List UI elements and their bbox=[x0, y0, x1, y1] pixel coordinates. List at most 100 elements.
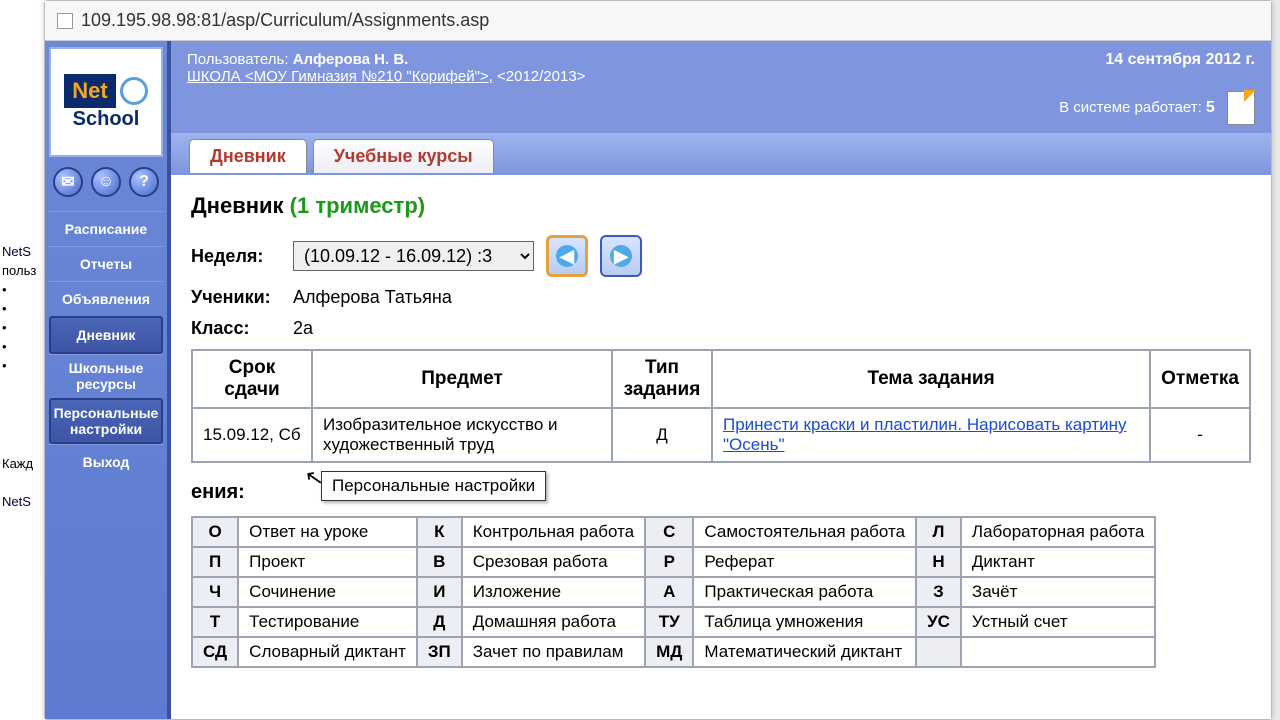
col-mark: Отметка bbox=[1150, 350, 1250, 408]
cell-subject: Изобразительное искусство и художественн… bbox=[312, 408, 612, 462]
legend-text: Устный счет bbox=[961, 607, 1155, 637]
legend-text: Математический диктант bbox=[693, 637, 916, 667]
bg-bullet bbox=[2, 320, 46, 335]
assignment-link[interactable]: Принести краски и пластилин. Нарисовать … bbox=[723, 415, 1126, 454]
legend-text: Лабораторная работа bbox=[961, 517, 1155, 547]
legend-code: О bbox=[192, 517, 238, 547]
app-logo: Net School bbox=[49, 47, 163, 157]
page-title: Дневник (1 триместр) bbox=[191, 193, 1251, 219]
user-name: Алферова Н. В. bbox=[293, 51, 409, 68]
nav-announcements[interactable]: Объявления bbox=[49, 281, 163, 316]
nav-exit[interactable]: Выход bbox=[49, 444, 163, 479]
document-icon[interactable] bbox=[1227, 91, 1255, 125]
legend-text: Проект bbox=[238, 547, 417, 577]
nav-diary[interactable]: Дневник bbox=[49, 316, 163, 354]
legend-text: Словарный диктант bbox=[238, 637, 417, 667]
arrow-left-icon: ◀ bbox=[556, 245, 578, 267]
legend-code: Д bbox=[417, 607, 462, 637]
next-week-button[interactable]: ▶ bbox=[600, 235, 642, 277]
sidebar: Net School ✉ ☺ ? Расписание Отчеты Объяв… bbox=[45, 41, 171, 719]
students-value: Алферова Татьяна bbox=[293, 287, 452, 308]
logo-net: Net bbox=[64, 74, 115, 108]
legend-code: Р bbox=[645, 547, 693, 577]
nav-reports[interactable]: Отчеты bbox=[49, 246, 163, 281]
online-count: 5 bbox=[1206, 99, 1215, 116]
table-row: 15.09.12, Сб Изобразительное искусство и… bbox=[192, 408, 1250, 462]
bg-text: NetS bbox=[2, 244, 46, 259]
nav-resources[interactable]: Школьные ресурсы bbox=[49, 354, 163, 397]
mail-icon[interactable]: ✉ bbox=[53, 167, 83, 197]
cell-due: 15.09.12, Сб bbox=[192, 408, 312, 462]
legend-text: Ответ на уроке bbox=[238, 517, 417, 547]
legend-text: Таблица умножения bbox=[693, 607, 916, 637]
legend-row: ООтвет на урокеККонтрольная работаССамос… bbox=[192, 517, 1155, 547]
legend-code: И bbox=[417, 577, 462, 607]
arrow-right-icon: ▶ bbox=[610, 245, 632, 267]
cell-mark: - bbox=[1150, 408, 1250, 462]
legend-code: ТУ bbox=[645, 607, 693, 637]
legend-code: З bbox=[916, 577, 961, 607]
trimester-label: (1 триместр) bbox=[290, 193, 425, 218]
legend-text: Изложение bbox=[462, 577, 645, 607]
legend-text: Домашняя работа bbox=[462, 607, 645, 637]
prev-week-button[interactable]: ◀ bbox=[546, 235, 588, 277]
header-band: Пользователь: Алферова Н. В. ШКОЛА <МОУ … bbox=[171, 41, 1271, 133]
legend-code: К bbox=[417, 517, 462, 547]
legend-text: Диктант bbox=[961, 547, 1155, 577]
bg-text: Кажд bbox=[2, 456, 46, 471]
col-subject: Предмет bbox=[312, 350, 612, 408]
legend-row: СДСловарный диктантЗПЗачет по правиламМД… bbox=[192, 637, 1155, 667]
legend-text bbox=[961, 637, 1155, 667]
table-header-row: Срок сдачи Предмет Тип задания Тема зада… bbox=[192, 350, 1250, 408]
nav-schedule[interactable]: Расписание bbox=[49, 211, 163, 246]
users-icon[interactable]: ☺ bbox=[91, 167, 121, 197]
legend-code: В bbox=[417, 547, 462, 577]
bg-text: польз bbox=[2, 263, 46, 278]
col-type: Тип задания bbox=[612, 350, 712, 408]
legend-text: Зачет по правилам bbox=[462, 637, 645, 667]
url-text: 109.195.98.98:81/asp/Curriculum/Assignme… bbox=[81, 10, 489, 31]
bg-bullet bbox=[2, 301, 46, 316]
nav-settings[interactable]: Персональные настройки bbox=[49, 398, 163, 444]
bg-bullet bbox=[2, 339, 46, 354]
legend-text: Срезовая работа bbox=[462, 547, 645, 577]
legend-text: Зачёт bbox=[961, 577, 1155, 607]
class-value: 2а bbox=[293, 318, 313, 339]
legend-text: Практическая работа bbox=[693, 577, 916, 607]
legend-text: Контрольная работа bbox=[462, 517, 645, 547]
legend-code: МД bbox=[645, 637, 693, 667]
students-label: Ученики: bbox=[191, 287, 281, 308]
bg-text: NetS bbox=[2, 494, 46, 509]
current-date: 14 сентября 2012 г. bbox=[1059, 51, 1255, 69]
background-page: NetS польз Кажд NetS bbox=[0, 0, 48, 720]
legend-code: Т bbox=[192, 607, 238, 637]
content-area: Пользователь: Алферова Н. В. ШКОЛА <МОУ … bbox=[171, 41, 1271, 719]
browser-window: 109.195.98.98:81/asp/Curriculum/Assignme… bbox=[44, 0, 1272, 720]
page-icon bbox=[57, 13, 73, 29]
legend-code: УС bbox=[916, 607, 961, 637]
user-label: Пользователь: bbox=[187, 51, 289, 68]
url-bar[interactable]: 109.195.98.98:81/asp/Curriculum/Assignme… bbox=[45, 1, 1271, 41]
legend-row: ТТестированиеДДомашняя работаТУТаблица у… bbox=[192, 607, 1155, 637]
bg-bullet bbox=[2, 282, 46, 297]
school-year: <2012/2013> bbox=[497, 68, 585, 85]
legend-row: ППроектВСрезовая работаРРефератНДиктант bbox=[192, 547, 1155, 577]
tooltip: Персональные настройки bbox=[321, 471, 546, 501]
help-icon[interactable]: ? bbox=[129, 167, 159, 197]
tabstrip: Дневник Учебные курсы bbox=[171, 133, 1271, 175]
tab-diary[interactable]: Дневник bbox=[189, 139, 307, 173]
legend-row: ЧСочинениеИИзложениеАПрактическая работа… bbox=[192, 577, 1155, 607]
legend-code: Ч bbox=[192, 577, 238, 607]
tab-courses[interactable]: Учебные курсы bbox=[313, 139, 494, 173]
legend-code: Н bbox=[916, 547, 961, 577]
legend-code: П bbox=[192, 547, 238, 577]
legend-code: ЗП bbox=[417, 637, 462, 667]
legend-code: Л bbox=[916, 517, 961, 547]
legend-text: Реферат bbox=[693, 547, 916, 577]
cell-type: Д bbox=[612, 408, 712, 462]
bg-bullet bbox=[2, 358, 46, 373]
week-select[interactable]: (10.09.12 - 16.09.12) :3 bbox=[293, 241, 534, 271]
legend-code: СД bbox=[192, 637, 238, 667]
school-link[interactable]: ШКОЛА <МОУ Гимназия №210 "Корифей">, bbox=[187, 68, 493, 85]
legend-code: С bbox=[645, 517, 693, 547]
